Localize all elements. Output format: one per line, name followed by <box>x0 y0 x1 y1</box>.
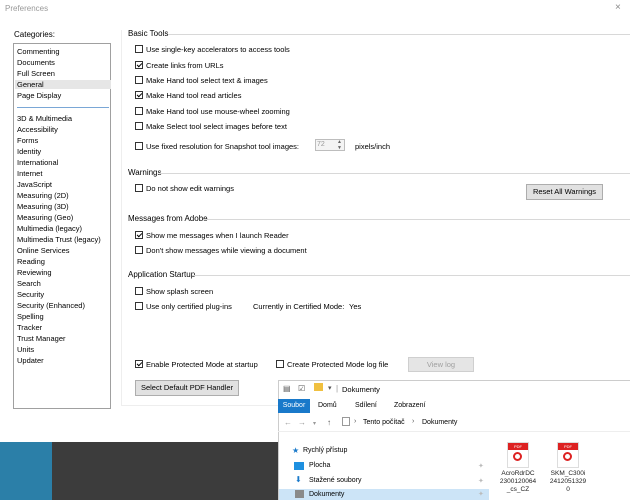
category-item[interactable]: Accessibility <box>17 125 58 134</box>
close-icon[interactable]: × <box>615 2 621 13</box>
tab-zobrazeni[interactable]: Zobrazení <box>394 402 426 409</box>
tab-domu[interactable]: Domů <box>318 402 337 409</box>
star-icon: ★ <box>292 446 300 455</box>
breadcrumb-separator: › <box>354 418 357 425</box>
documents-icon <box>295 490 304 498</box>
category-item[interactable]: Commenting <box>17 47 60 56</box>
pin-icon[interactable]: ✦ <box>478 490 484 498</box>
categories-label: Categories: <box>14 30 55 39</box>
category-item[interactable]: Measuring (3D) <box>17 202 69 211</box>
categories-list[interactable]: Commenting Documents Full Screen General… <box>13 43 111 409</box>
title-separator: | <box>336 384 339 393</box>
category-item[interactable]: Measuring (Geo) <box>17 213 73 222</box>
category-item[interactable]: Units <box>17 345 34 354</box>
nav-item-quick-access[interactable]: Rychlý přístup <box>303 447 347 454</box>
category-item[interactable]: Trust Manager <box>17 334 66 343</box>
category-item[interactable]: Internet <box>17 169 42 178</box>
category-item[interactable]: 3D & Multimedia <box>17 114 72 123</box>
taskbar-area <box>52 442 278 500</box>
pdf-file-icon[interactable]: PDF <box>507 442 529 468</box>
breadcrumb-separator: › <box>412 418 415 425</box>
tab-soubor[interactable]: Soubor <box>278 399 310 413</box>
category-item[interactable]: Page Display <box>17 91 61 100</box>
category-item[interactable]: Spelling <box>17 312 44 321</box>
recent-locations-icon[interactable]: ▾ <box>313 420 316 427</box>
category-item[interactable]: Tracker <box>17 323 42 332</box>
nav-item-stazene[interactable]: Stažené soubory <box>309 477 362 484</box>
category-item[interactable]: Security <box>17 290 44 299</box>
category-item[interactable]: Documents <box>17 58 55 67</box>
category-item[interactable]: Measuring (2D) <box>17 191 69 200</box>
desktop-icon <box>294 462 304 470</box>
category-divider <box>17 107 109 108</box>
window-title: Preferences <box>5 4 49 13</box>
folder-yellow-icon <box>314 383 323 391</box>
up-icon[interactable]: ↑ <box>327 418 331 427</box>
download-icon: ⬇ <box>295 475 302 484</box>
pin-icon[interactable]: ✦ <box>478 462 484 470</box>
category-item[interactable]: Updater <box>17 356 44 365</box>
checkmark-icon: ☑ <box>298 384 306 393</box>
breadcrumb-tento-pocitac[interactable]: Tento počítač <box>363 419 405 426</box>
back-icon[interactable]: ← <box>284 418 292 427</box>
folder-icon: ▤ <box>283 384 291 393</box>
category-item[interactable]: Multimedia Trust (legacy) <box>17 235 101 244</box>
desktop-background <box>0 442 52 500</box>
title-bar <box>0 0 630 18</box>
category-item[interactable]: Forms <box>17 136 38 145</box>
category-item[interactable]: Identity <box>17 147 41 156</box>
breadcrumb-dokumenty[interactable]: Dokumenty <box>422 419 457 426</box>
tab-sdileni[interactable]: Sdílení <box>355 402 377 409</box>
quick-access-toolbar-icon[interactable]: ▾ <box>328 384 332 392</box>
nav-item-dokumenty[interactable]: Dokumenty <box>309 491 344 498</box>
category-item-selected[interactable]: General <box>15 80 111 89</box>
forward-icon[interactable]: → <box>298 418 306 427</box>
explorer-title: Dokumenty <box>342 385 380 394</box>
location-icon <box>342 417 350 426</box>
file-name[interactable]: AcroRdrDC 2300120064 _cs_CZ <box>496 470 540 494</box>
pdf-file-icon[interactable]: PDF <box>557 442 579 468</box>
category-item[interactable]: International <box>17 158 58 167</box>
nav-item-plocha[interactable]: Plocha <box>309 462 330 469</box>
settings-panel <box>121 30 630 406</box>
file-name[interactable]: SKM_C300i 2412051329 0 <box>546 470 590 494</box>
category-item[interactable]: Reviewing <box>17 268 52 277</box>
category-item[interactable]: Security (Enhanced) <box>17 301 85 310</box>
category-item[interactable]: Search <box>17 279 41 288</box>
category-item[interactable]: Reading <box>17 257 45 266</box>
category-item[interactable]: Multimedia (legacy) <box>17 224 82 233</box>
category-item[interactable]: Online Services <box>17 246 70 255</box>
pin-icon[interactable]: ✦ <box>478 477 484 485</box>
category-item[interactable]: Full Screen <box>17 69 55 78</box>
category-item[interactable]: JavaScript <box>17 180 52 189</box>
